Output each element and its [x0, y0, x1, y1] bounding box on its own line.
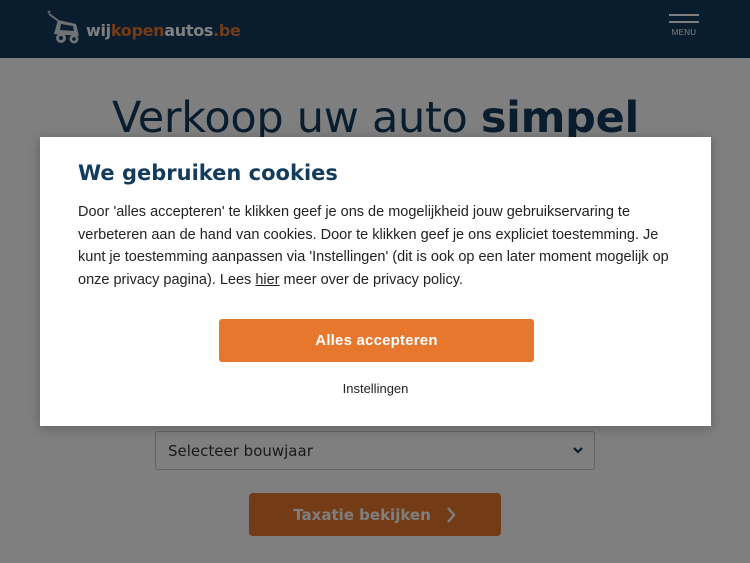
settings-link[interactable]: Instellingen [40, 381, 711, 396]
privacy-policy-link[interactable]: hier [255, 272, 279, 288]
accept-all-label: Alles accepteren [315, 332, 438, 349]
cookie-modal-text: Door 'alles accepteren' te klikken geef … [78, 204, 669, 288]
cookie-modal: We gebruiken cookies Door 'alles accepte… [40, 137, 711, 426]
accept-all-button[interactable]: Alles accepteren [219, 319, 534, 362]
cookie-modal-title: We gebruiken cookies [78, 161, 338, 185]
